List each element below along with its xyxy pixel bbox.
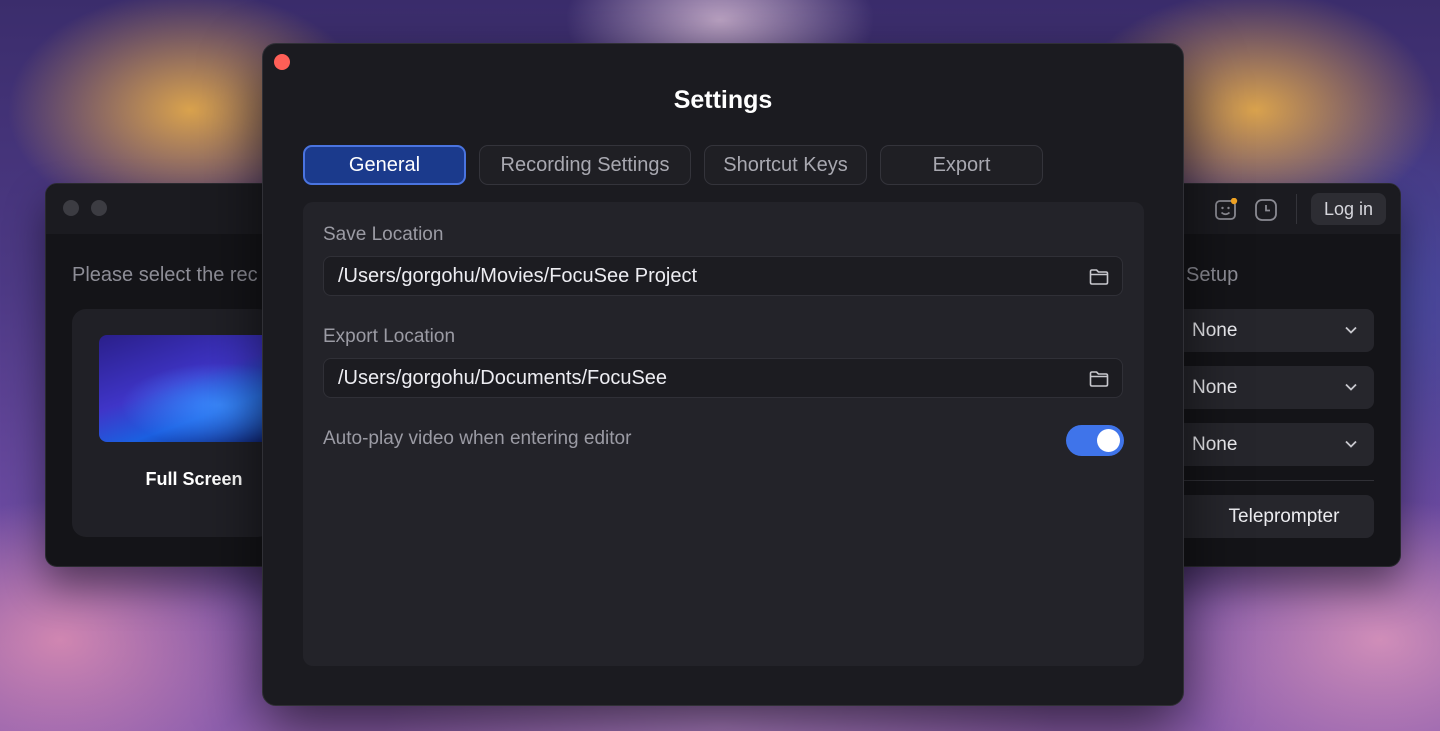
header-divider <box>1296 194 1297 224</box>
chevron-down-icon <box>1345 326 1357 334</box>
autoplay-label: Auto-play video when entering editor <box>323 428 632 449</box>
folder-icon[interactable] <box>1088 266 1110 288</box>
select-value: None <box>1192 320 1238 341</box>
setup-select-3[interactable]: None <box>1174 423 1374 466</box>
toggle-knob <box>1097 429 1120 452</box>
export-location-field[interactable]: /Users/gorgohu/Documents/FocuSee <box>323 358 1123 398</box>
fullscreen-thumbnail <box>99 335 272 442</box>
folder-icon[interactable] <box>1088 368 1110 390</box>
clock-icon[interactable] <box>1254 198 1278 222</box>
select-value: None <box>1192 434 1238 455</box>
chevron-down-icon <box>1345 440 1357 448</box>
save-location-label: Save Location <box>323 224 444 245</box>
emoji-icon[interactable] <box>1214 197 1238 222</box>
settings-title: Settings <box>673 86 773 114</box>
fullscreen-option-card[interactable]: Full Screen <box>72 309 272 537</box>
settings-dialog: Settings General Recording Settings Shor… <box>262 43 1184 706</box>
autoplay-toggle[interactable] <box>1066 425 1124 456</box>
teleprompter-button[interactable]: Teleprompter <box>1174 495 1374 538</box>
tab-general[interactable]: General <box>303 145 466 185</box>
select-value: None <box>1192 377 1238 398</box>
tab-export[interactable]: Export <box>880 145 1043 185</box>
general-settings-panel: Save Location /Users/gorgohu/Movies/Focu… <box>303 202 1144 666</box>
login-button[interactable]: Log in <box>1311 193 1386 225</box>
window-minimize-dot[interactable] <box>91 200 107 216</box>
export-location-value: /Users/gorgohu/Documents/FocuSee <box>338 367 668 389</box>
chevron-down-icon <box>1345 383 1357 391</box>
export-location-label: Export Location <box>323 326 456 347</box>
close-icon[interactable] <box>274 54 290 70</box>
setup-divider <box>1181 480 1374 481</box>
setup-select-2[interactable]: None <box>1174 366 1374 409</box>
window-close-dot[interactable] <box>63 200 79 216</box>
save-location-value: /Users/gorgohu/Movies/FocuSee Project <box>338 265 698 287</box>
setup-label: Setup <box>1186 264 1239 286</box>
setup-select-1[interactable]: None <box>1174 309 1374 352</box>
tab-shortcut-keys[interactable]: Shortcut Keys <box>704 145 867 185</box>
save-location-field[interactable]: /Users/gorgohu/Movies/FocuSee Project <box>323 256 1123 296</box>
recording-prompt: Please select the rec <box>72 264 258 286</box>
tab-recording-settings[interactable]: Recording Settings <box>479 145 691 185</box>
